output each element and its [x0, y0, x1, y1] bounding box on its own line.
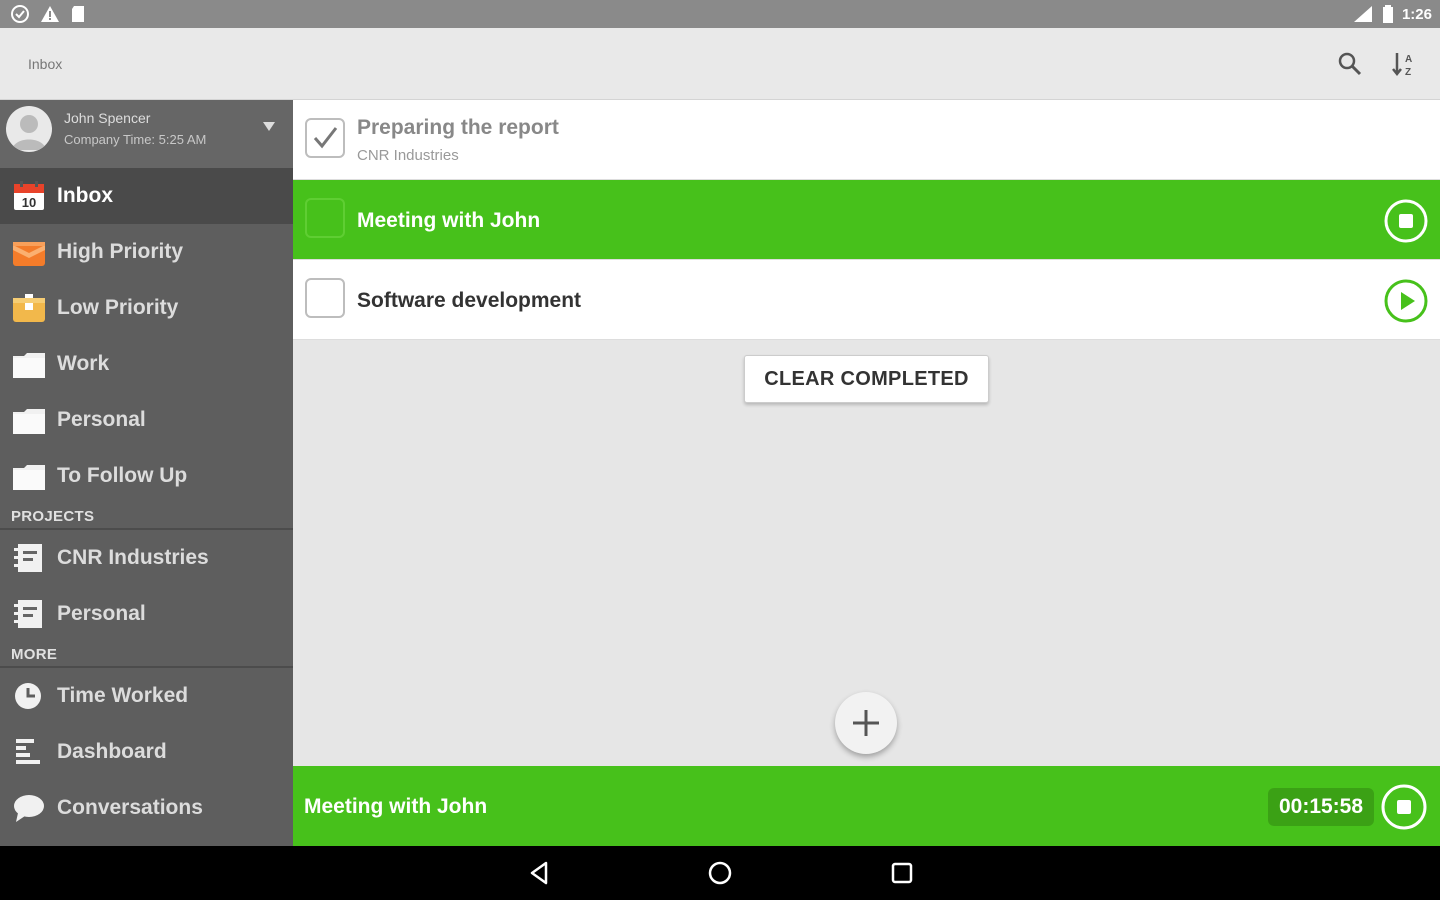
more-header: MORE	[0, 642, 293, 666]
folder-icon	[13, 465, 45, 490]
sidebar-item-project-cnr-industries[interactable]: CNR Industries	[0, 530, 293, 586]
company-time: Company Time: 5:25 AM	[64, 132, 207, 147]
calendar-icon: 10	[14, 181, 44, 210]
user-profile[interactable]: John Spencer Company Time: 5:25 AM	[0, 100, 293, 168]
sidebar-item-to-follow-up[interactable]: To Follow Up	[0, 448, 293, 504]
sidebar-item-personal[interactable]: Personal	[0, 392, 293, 448]
section-title: PROJECTS	[11, 508, 95, 525]
app-window: 1:26 Inbox AZ John Spencer Company Time:…	[0, 0, 1440, 900]
project-icon	[14, 600, 42, 628]
section-title: MORE	[11, 646, 58, 663]
user-name: John Spencer	[64, 110, 151, 126]
sort-icon[interactable]: AZ	[1390, 50, 1418, 78]
sidebar-item-label: Low Priority	[57, 296, 179, 319]
sidebar-item-label: Dashboard	[57, 740, 167, 763]
sidebar-item-label: High Priority	[57, 240, 184, 263]
sidebar-item-project-personal[interactable]: Personal	[0, 586, 293, 642]
svg-text:10: 10	[22, 195, 36, 210]
sidebar-item-label: Inbox	[57, 184, 113, 207]
play-icon[interactable]	[1383, 278, 1429, 324]
task-list: Preparing the report CNR Industries Meet…	[293, 100, 1440, 766]
sidebar-item-high-priority[interactable]: High Priority	[0, 224, 293, 280]
chat-icon	[14, 795, 44, 822]
task-checkbox[interactable]	[305, 198, 345, 238]
task-checkbox[interactable]	[305, 118, 345, 158]
sidebar-item-conversations[interactable]: Conversations	[0, 780, 293, 836]
dashboard-icon	[16, 739, 40, 764]
sidebar-item-label: Conversations	[57, 796, 203, 819]
recents-icon[interactable]	[888, 859, 916, 887]
sidebar-item-label: Personal	[57, 602, 146, 625]
plus-icon	[853, 710, 879, 736]
sidebar: John Spencer Company Time: 5:25 AM 10 In…	[0, 100, 293, 846]
folder-icon	[13, 353, 45, 378]
low-priority-icon	[13, 294, 45, 322]
svg-text:A: A	[1405, 54, 1412, 65]
system-nav-bar	[0, 846, 1440, 900]
status-time: 1:26	[1401, 5, 1432, 23]
status-bar: 1:26	[0, 0, 1440, 28]
task-row-idle[interactable]: Software development	[293, 260, 1440, 340]
task-title: Software development	[357, 289, 582, 312]
projects-header: PROJECTS	[0, 504, 293, 528]
sidebar-item-label: Work	[57, 352, 110, 375]
app-bar: Inbox AZ	[0, 28, 1440, 100]
sidebar-item-time-worked[interactable]: Time Worked	[0, 668, 293, 724]
task-row-completed[interactable]: Preparing the report CNR Industries	[293, 100, 1440, 180]
sidebar-item-label: To Follow Up	[57, 464, 188, 487]
high-priority-icon	[13, 242, 45, 266]
chevron-down-icon[interactable]	[263, 122, 275, 131]
svg-text:Z: Z	[1405, 67, 1411, 78]
clock-icon	[15, 683, 41, 709]
avatar	[6, 106, 52, 152]
sidebar-item-label: Time Worked	[57, 684, 189, 707]
task-project: CNR Industries	[357, 147, 459, 164]
warning-icon	[41, 6, 59, 22]
sidebar-item-low-priority[interactable]: Low Priority	[0, 280, 293, 336]
stop-icon[interactable]	[1380, 783, 1428, 831]
sidebar-item-inbox[interactable]: 10 Inbox	[0, 168, 293, 224]
checkmark-icon	[313, 127, 338, 149]
home-icon[interactable]	[706, 859, 734, 887]
sd-card-icon	[72, 6, 84, 22]
stop-icon[interactable]	[1383, 198, 1429, 244]
task-checkbox[interactable]	[305, 278, 345, 318]
page-title: Inbox	[28, 56, 63, 72]
active-timer-bar[interactable]: Meeting with John 00:15:58	[293, 766, 1440, 846]
sidebar-item-work[interactable]: Work	[0, 336, 293, 392]
active-task-name: Meeting with John	[304, 795, 488, 818]
signal-icon	[1353, 6, 1372, 22]
battery-icon	[1382, 5, 1393, 23]
clear-completed-button[interactable]: CLEAR COMPLETED	[744, 355, 989, 403]
add-task-button[interactable]	[835, 692, 897, 754]
project-icon	[14, 544, 42, 572]
sidebar-item-dashboard[interactable]: Dashboard	[0, 724, 293, 780]
elapsed-time: 00:15:58	[1268, 788, 1374, 826]
task-row-running[interactable]: Meeting with John	[293, 180, 1440, 260]
sidebar-item-label: Personal	[57, 408, 146, 431]
folder-icon	[13, 409, 45, 434]
task-title: Preparing the report	[357, 116, 559, 139]
back-icon[interactable]	[526, 859, 554, 887]
sidebar-item-label: CNR Industries	[57, 546, 209, 569]
sync-check-icon	[11, 5, 29, 23]
search-icon[interactable]	[1336, 50, 1364, 78]
task-title: Meeting with John	[357, 209, 541, 232]
